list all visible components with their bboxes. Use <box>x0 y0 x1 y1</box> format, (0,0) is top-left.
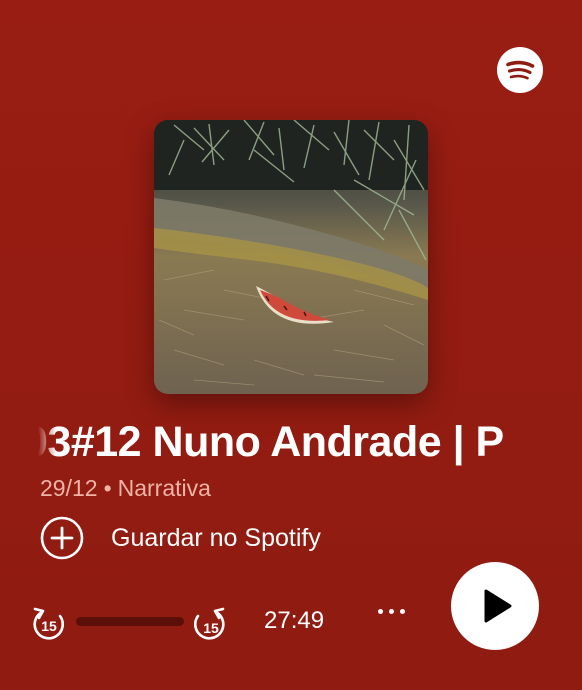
more-dot <box>388 608 394 614</box>
episode-title-marquee[interactable]: 03#12 Nuno Andrade | P <box>38 412 544 472</box>
more-options-icon[interactable] <box>369 596 413 626</box>
episode-meta: 29/12 • Narrativa <box>40 474 211 502</box>
more-dot <box>399 608 405 614</box>
skip-back-label: 15 <box>41 618 57 634</box>
play-icon <box>484 589 512 623</box>
progress-bar[interactable] <box>76 617 184 626</box>
episode-title: 03#12 Nuno Andrade | P <box>38 418 504 466</box>
show-name-link[interactable]: Narrativa <box>118 475 211 501</box>
watermelon-cover-art <box>154 120 428 394</box>
skip-forward-label: 15 <box>203 620 219 636</box>
spotify-embed-player: 03#12 Nuno Andrade | P 29/12 • Narrativa G… <box>0 0 582 690</box>
more-dot <box>377 608 383 614</box>
play-button[interactable] <box>451 562 539 650</box>
time-remaining: 27:49 <box>264 607 325 634</box>
skip-back-15-button[interactable]: 15 <box>30 603 68 641</box>
meta-separator: • <box>103 475 112 501</box>
plus-circle-icon <box>40 516 84 560</box>
save-to-spotify-label: Guardar no Spotify <box>111 524 321 552</box>
skip-forward-15-button[interactable]: 15 <box>190 603 228 641</box>
episode-date: 29/12 <box>40 475 98 501</box>
episode-cover-art[interactable] <box>154 120 428 394</box>
spotify-logo-icon[interactable] <box>497 47 543 93</box>
save-to-spotify-button[interactable]: Guardar no Spotify <box>40 516 321 560</box>
